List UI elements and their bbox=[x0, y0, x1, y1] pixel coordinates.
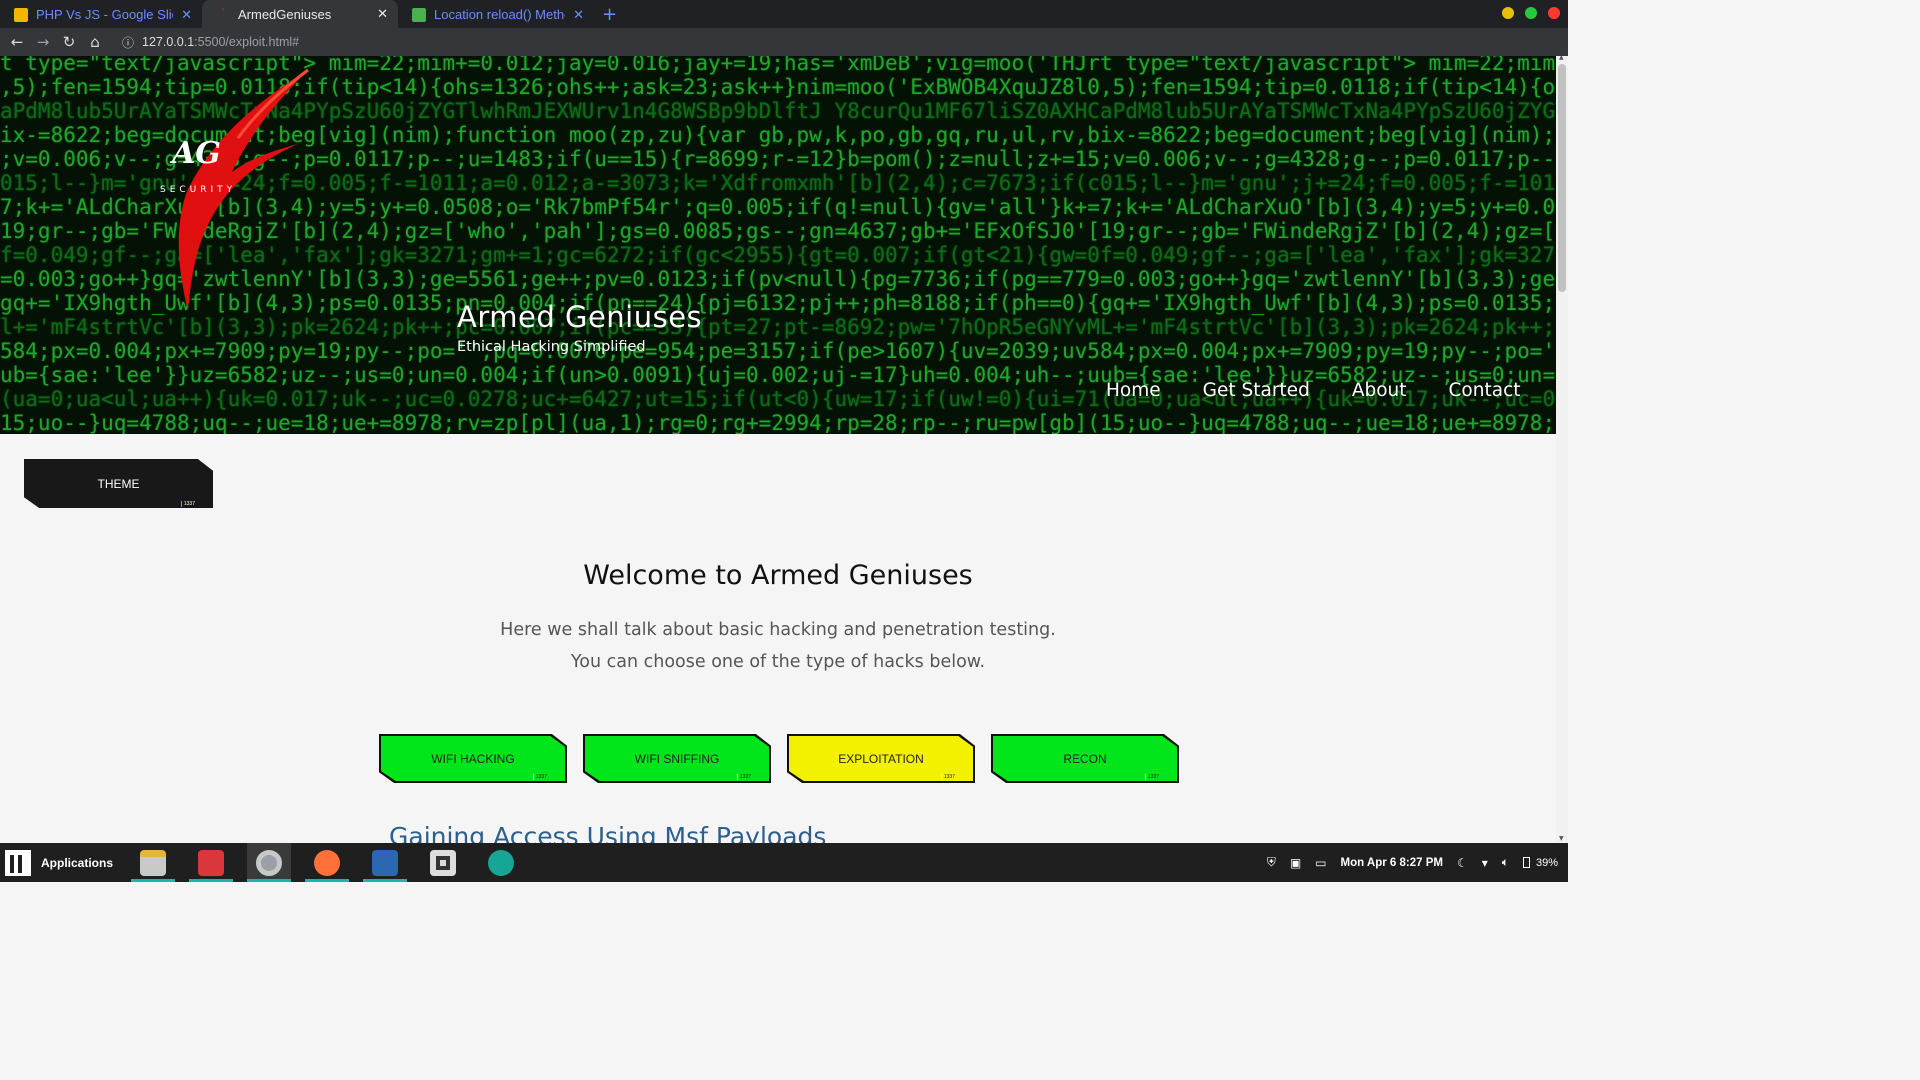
browser-toolbar: ← → ↻ ⌂ ⓘ 127.0.0.1 :5500/exploit.html# … bbox=[0, 28, 1568, 78]
hack-type-buttons: WIFI HACKING 1337 WIFI SNIFFING 1337 EXP… bbox=[379, 734, 1179, 783]
site-favicon: ʼ bbox=[221, 8, 225, 19]
address-bar[interactable]: ⓘ 127.0.0.1 :5500/exploit.html# bbox=[122, 34, 299, 51]
tab-google-slides[interactable]: PHP Vs JS - Google Slides ✕ bbox=[0, 1, 202, 28]
url-path: :5500/exploit.html# bbox=[194, 35, 300, 49]
button-face: RECON 1337 bbox=[993, 736, 1177, 781]
url-host: 127.0.0.1 bbox=[142, 35, 195, 49]
button-badge: 1337 bbox=[940, 774, 955, 780]
scroll-down-arrow-icon[interactable]: ▼ bbox=[1559, 835, 1564, 842]
os-taskbar: Applications ⛨ ▣ ▭ Mon Apr 6 8:27 PM ☾ ▾… bbox=[0, 843, 1568, 882]
taskbar-chrome[interactable] bbox=[247, 843, 292, 882]
button-label: EXPLOITATION bbox=[838, 751, 924, 766]
button-label: RECON bbox=[1063, 751, 1107, 766]
taskbar-camera[interactable] bbox=[479, 843, 523, 882]
shield-icon[interactable]: ⛨ bbox=[1267, 855, 1276, 870]
welcome-heading: Welcome to Armed Geniuses bbox=[583, 560, 973, 591]
wifi-hacking-button[interactable]: WIFI HACKING 1337 bbox=[379, 734, 567, 783]
exploitation-button[interactable]: EXPLOITATION 1337 bbox=[787, 734, 975, 783]
button-face: WIFI SNIFFING 1337 bbox=[585, 736, 769, 781]
tab-title: PHP Vs JS - Google Slides bbox=[36, 7, 173, 22]
logo-subtext: SECURITY bbox=[160, 185, 237, 195]
running-indicator bbox=[247, 879, 292, 882]
taskbar-text-editor[interactable] bbox=[363, 843, 408, 882]
applications-menu-icon bbox=[5, 849, 31, 876]
file-manager-icon bbox=[140, 849, 167, 876]
window-controls bbox=[1502, 7, 1560, 19]
scrollbar-thumb[interactable] bbox=[1558, 64, 1566, 292]
applications-label: Applications bbox=[41, 855, 114, 870]
button-badge: 1337 bbox=[532, 774, 547, 780]
recon-button[interactable]: RECON 1337 bbox=[991, 734, 1179, 783]
button-label: WIFI SNIFFING bbox=[634, 751, 720, 766]
main-nav: Home Get Started About Contact bbox=[1106, 380, 1521, 401]
info-icon[interactable]: ⓘ bbox=[122, 34, 134, 51]
close-icon[interactable]: ✕ bbox=[573, 7, 584, 23]
close-icon[interactable]: ✕ bbox=[181, 7, 192, 23]
system-tray: ⛨ ▣ ▭ Mon Apr 6 8:27 PM ☾ ▾ 🔈︎ 39% bbox=[1267, 843, 1558, 882]
taskbar-file-manager[interactable] bbox=[131, 843, 176, 882]
w3schools-icon bbox=[412, 7, 426, 22]
site-title: Armed Geniuses bbox=[457, 300, 703, 334]
text-editor-icon bbox=[372, 849, 399, 876]
wifi-icon[interactable]: ▾ bbox=[1482, 856, 1488, 870]
clock[interactable]: Mon Apr 6 8:27 PM bbox=[1341, 857, 1443, 869]
button-badge: 1337 bbox=[1144, 774, 1159, 780]
running-indicator bbox=[189, 879, 234, 882]
logo-text: AG bbox=[172, 136, 221, 171]
matrix-code-line: 15;uo--}uq=4788;uq--;ue=18;ue+=8978;rv=z… bbox=[0, 411, 1556, 434]
home-icon[interactable]: ⌂ bbox=[82, 33, 108, 51]
wifi-sniffing-button[interactable]: WIFI SNIFFING 1337 bbox=[583, 734, 771, 783]
tab-armedgeniuses[interactable]: ʼ ArmedGeniuses ✕ bbox=[202, 0, 398, 28]
applications-menu-button[interactable]: Applications bbox=[0, 843, 119, 882]
battery-percent: 39% bbox=[1535, 856, 1558, 869]
taskbar-firefox[interactable] bbox=[305, 843, 350, 882]
red-app-icon bbox=[198, 849, 225, 876]
maximize-button[interactable] bbox=[1525, 7, 1537, 19]
reload-icon[interactable]: ↻ bbox=[56, 33, 82, 51]
nav-home[interactable]: Home bbox=[1106, 380, 1161, 401]
usb-drive-icon[interactable]: ▭ bbox=[1315, 856, 1326, 870]
chrome-icon bbox=[256, 849, 283, 876]
browser-tab-strip: PHP Vs JS - Google Slides ✕ ʼ ArmedGeniu… bbox=[0, 0, 1568, 28]
close-window-button[interactable] bbox=[1548, 7, 1560, 19]
site-tagline: Ethical Hacking Simplified bbox=[457, 339, 646, 355]
new-tab-button[interactable]: + bbox=[602, 1, 617, 28]
camera-icon bbox=[488, 849, 515, 876]
button-badge: 1337 bbox=[180, 501, 195, 507]
button-label: WIFI HACKING bbox=[431, 751, 515, 766]
tab-title: ArmedGeniuses bbox=[238, 6, 332, 22]
taskbar-audio-player[interactable] bbox=[421, 843, 465, 882]
running-indicator bbox=[363, 879, 408, 882]
battery-icon[interactable] bbox=[1522, 857, 1530, 868]
intro-line-2: You can choose one of the type of hacks … bbox=[570, 652, 986, 672]
scroll-up-arrow-icon[interactable]: ▲ bbox=[1559, 54, 1564, 61]
volume-icon[interactable]: 🔈︎ bbox=[1502, 855, 1509, 870]
nav-contact[interactable]: Contact bbox=[1449, 380, 1521, 401]
tab-title: Location reload() Method bbox=[434, 7, 566, 22]
matrix-code-line: l+='mF4strtVc'[b](3,3);pk=2624;pk++;pc=0… bbox=[0, 315, 1556, 339]
button-face: EXPLOITATION 1337 bbox=[789, 736, 973, 781]
taskbar-red-app[interactable] bbox=[189, 843, 234, 882]
close-icon[interactable]: ✕ bbox=[377, 6, 388, 22]
google-slides-icon bbox=[14, 7, 28, 22]
button-badge: 1337 bbox=[736, 774, 751, 780]
running-indicator bbox=[131, 879, 176, 882]
theme-button-label: THEME bbox=[97, 476, 140, 491]
night-mode-icon[interactable]: ☾ bbox=[1457, 856, 1468, 870]
matrix-code-line: 584;px=0.004;px+=7909;py=19;py--;po='';p… bbox=[0, 339, 1556, 363]
nav-get-started[interactable]: Get Started bbox=[1203, 380, 1310, 401]
tab-location-reload[interactable]: Location reload() Method ✕ bbox=[398, 1, 594, 28]
running-indicator bbox=[305, 879, 350, 882]
forward-arrow-icon[interactable]: → bbox=[30, 33, 56, 51]
back-arrow-icon[interactable]: ← bbox=[4, 33, 30, 51]
button-face: WIFI HACKING 1337 bbox=[381, 736, 565, 781]
firefox-icon bbox=[314, 849, 341, 876]
minimize-button[interactable] bbox=[1502, 7, 1514, 19]
image-icon[interactable]: ▣ bbox=[1290, 856, 1301, 870]
page-scrollbar[interactable]: ▲ ▼ bbox=[1556, 54, 1568, 842]
nav-about[interactable]: About bbox=[1352, 380, 1407, 401]
intro-line-1: Here we shall talk about basic hacking a… bbox=[500, 620, 1056, 640]
audio-player-icon bbox=[430, 849, 457, 876]
theme-button[interactable]: THEME 1337 bbox=[24, 459, 213, 508]
